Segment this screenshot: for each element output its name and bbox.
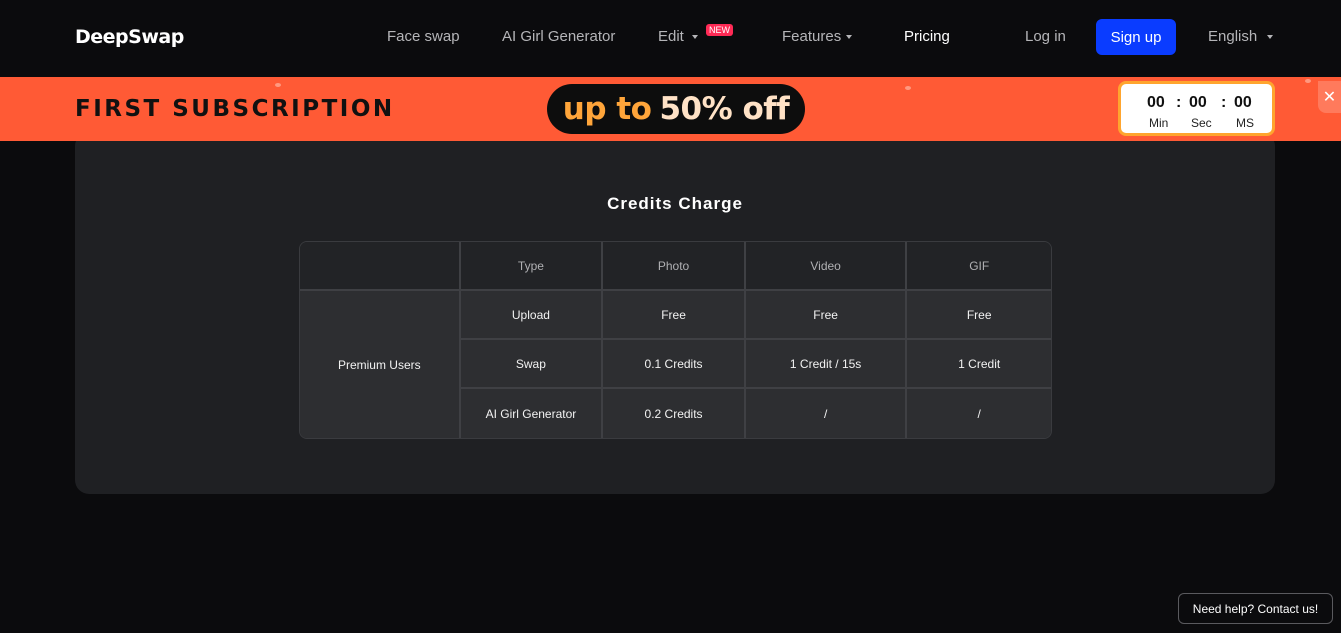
header-cell-gif: GIF (907, 242, 1051, 291)
type-cell: Upload (460, 291, 604, 340)
timer-min-label: Min (1149, 116, 1169, 130)
gif-cell: 1 Credit (907, 340, 1051, 389)
nav-edit-label: Edit (658, 28, 684, 45)
credits-table: Type Photo Video GIF Premium Users Uploa… (299, 241, 1052, 439)
timer-ms: 00 (1234, 94, 1252, 111)
deepswap-logo[interactable]: DeepSwap (75, 26, 184, 48)
header-cell-video: Video (745, 242, 908, 291)
type-cell: Swap (460, 340, 604, 389)
timer-separator: : (1176, 94, 1182, 111)
heart-decoration-icon (1305, 79, 1311, 83)
video-cell: / (745, 389, 908, 438)
gif-cell: / (907, 389, 1051, 438)
nav-features-dropdown[interactable]: Features (782, 28, 853, 45)
type-cell: AI Girl Generator (460, 389, 604, 438)
promo-title: FIRST SUBSCRIPTION (75, 96, 395, 122)
table-row: Premium Users Upload Free Free Free (300, 291, 1051, 438)
discount-pill: up to 50% off (547, 84, 805, 134)
chevron-down-icon (691, 35, 698, 40)
timer-minutes: 00 (1147, 94, 1165, 111)
heart-decoration-icon (275, 83, 281, 87)
nav-edit-dropdown[interactable]: Edit (658, 28, 698, 45)
discount-prefix: up to (562, 91, 652, 127)
promo-banner[interactable]: FIRST SUBSCRIPTION up to 50% off 00 : 00… (0, 77, 1341, 141)
timer-seconds: 00 (1189, 94, 1207, 111)
photo-cell: 0.1 Credits (603, 340, 746, 389)
timer-separator: : (1221, 94, 1227, 111)
language-selector[interactable]: English (1208, 28, 1274, 45)
discount-value: 50% off (659, 91, 790, 127)
video-cell: 1 Credit / 15s (745, 340, 908, 389)
video-cell: Free (745, 291, 908, 340)
top-nav-bar: DeepSwap Face swap AI Girl Generator Edi… (0, 0, 1341, 77)
close-banner-button[interactable]: ✕ (1318, 81, 1341, 113)
sign-up-button[interactable]: Sign up (1096, 19, 1176, 55)
chevron-down-icon (846, 35, 853, 40)
credits-charge-card: Credits Charge Type Photo Video GIF Prem… (75, 132, 1275, 494)
heart-decoration-icon (905, 86, 911, 90)
countdown-timer: 00 : 00 : 00 Min Sec MS (1118, 81, 1275, 136)
contact-help-button[interactable]: Need help? Contact us! (1178, 593, 1333, 624)
nav-pricing[interactable]: Pricing (904, 28, 950, 45)
new-badge: NEW (706, 24, 733, 36)
premium-users-cell: Premium Users (300, 291, 461, 438)
nav-features-label: Features (782, 28, 842, 45)
chevron-down-icon (1267, 35, 1274, 40)
table-header-row: Type Photo Video GIF (300, 242, 1051, 291)
login-link[interactable]: Log in (1025, 28, 1066, 45)
photo-cell: Free (603, 291, 746, 340)
timer-ms-label: MS (1236, 116, 1254, 130)
nav-face-swap[interactable]: Face swap (387, 28, 460, 45)
photo-cell: 0.2 Credits (603, 389, 746, 438)
credits-charge-title: Credits Charge (607, 194, 743, 213)
header-cell-empty (300, 242, 461, 291)
gif-cell: Free (907, 291, 1051, 340)
close-icon: ✕ (1322, 89, 1337, 106)
nav-ai-girl-generator[interactable]: AI Girl Generator (502, 28, 615, 45)
header-cell-photo: Photo (603, 242, 746, 291)
timer-sec-label: Sec (1191, 116, 1212, 130)
header-cell-type: Type (460, 242, 604, 291)
language-label: English (1208, 28, 1258, 45)
